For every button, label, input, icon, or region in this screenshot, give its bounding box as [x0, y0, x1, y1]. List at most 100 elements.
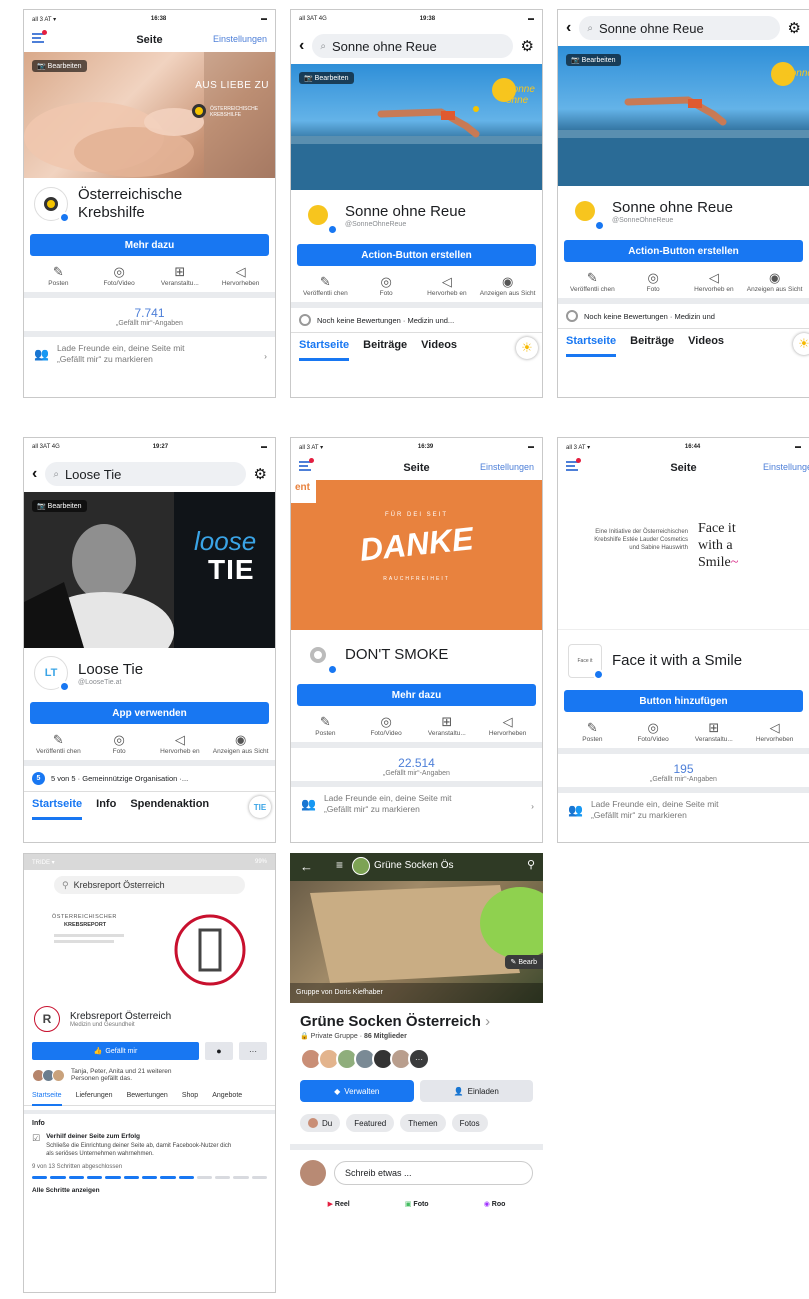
event-button[interactable]: ⊞ Veranstaltu... [686, 720, 742, 744]
event-button[interactable]: ⊞ Veranstaltu... [419, 714, 475, 738]
tab-offers[interactable]: Angebote [212, 1092, 242, 1099]
settings-link[interactable]: Einstellungen [480, 462, 534, 472]
photo-button[interactable]: ◎ Foto [91, 732, 147, 756]
more-info-button[interactable]: Mehr dazu [297, 684, 536, 706]
publish-button[interactable]: ✎ Veröffentli chen [297, 274, 353, 298]
sun-avatar-icon[interactable]: ☀ [793, 333, 809, 355]
group-title[interactable]: Grüne Socken Österreich › [300, 1013, 533, 1030]
profile-picture[interactable] [301, 638, 338, 675]
search-input[interactable]: ⌕ Loose Tie [45, 462, 246, 486]
tab-delivery[interactable]: Lieferungen [76, 1092, 113, 1099]
profile-picture[interactable] [301, 198, 338, 235]
chip-photos[interactable]: Fotos [451, 1114, 488, 1132]
chip-you[interactable]: Du [300, 1114, 341, 1132]
tab-shop[interactable]: Shop [182, 1092, 198, 1099]
profile-picture[interactable] [568, 194, 605, 231]
tab-home[interactable]: Startseite [566, 335, 617, 357]
profile-picture[interactable]: Face it [568, 644, 604, 680]
camera-badge-icon[interactable] [59, 212, 70, 223]
search-input[interactable]: ⚲ Krebsreport Österreich [54, 876, 245, 894]
tab-home[interactable]: Startseite [32, 1086, 62, 1106]
likes-stat[interactable]: 195 „Gefällt mir“-Angaben [558, 748, 809, 787]
camera-badge-icon[interactable] [593, 669, 604, 680]
likes-stat[interactable]: 7.741 „Gefällt mir“-Angaben [24, 292, 275, 331]
search-icon[interactable]: ⚲ [527, 858, 535, 871]
composer-input[interactable]: Schreib etwas ... [334, 1161, 533, 1185]
tab-videos[interactable]: Videos [421, 339, 457, 362]
view-as-button[interactable]: ◉ Anzeigen aus Sicht [213, 732, 269, 756]
settings-link[interactable]: Einstellungen [213, 34, 267, 44]
promote-button[interactable]: ◁ Hervorheb en [419, 274, 475, 298]
add-button-button[interactable]: Button hinzufügen [564, 690, 803, 712]
photo-video-button[interactable]: ◎ Foto/Video [358, 714, 414, 738]
tab-fundraiser[interactable]: Spendenaktion [130, 798, 209, 821]
post-button[interactable]: ✎ Posten [564, 720, 620, 744]
messenger-button[interactable]: ● [205, 1042, 233, 1060]
like-button[interactable]: 👍 Gefällt mir [32, 1042, 199, 1060]
tab-posts[interactable]: Beiträge [363, 339, 407, 362]
promote-button[interactable]: ◁ Hervorheben [213, 264, 269, 288]
rating-row[interactable]: 5 5 von 5 · Gemeinnützige Organisation ·… [24, 760, 275, 791]
view-as-button[interactable]: ◉ Anzeigen aus Sicht [480, 274, 536, 298]
promote-button[interactable]: ◁ Hervorheb en [152, 732, 208, 756]
camera-badge-icon[interactable] [594, 220, 605, 231]
likes-stat[interactable]: 22.514 „Gefällt mir“-Angaben [291, 742, 542, 781]
edit-cover-button[interactable]: ✎ Bearb [504, 955, 543, 969]
photo-button[interactable]: ▣ Foto [405, 1200, 429, 1208]
room-button[interactable]: ◉ Roo [484, 1200, 506, 1208]
photo-button[interactable]: ◎ Foto [358, 274, 414, 298]
invite-friends-row[interactable]: 👥 Lade Freunde ein, deine Seite mit „Gefä… [291, 781, 542, 821]
back-icon[interactable]: ‹ [566, 19, 571, 37]
settings-link[interactable]: Einstellungen [763, 462, 809, 472]
search-input[interactable]: ⌕ Sonne ohne Reue [579, 16, 780, 40]
back-icon[interactable]: ‹ [299, 37, 304, 55]
menu-icon[interactable] [299, 458, 314, 471]
sun-avatar-icon[interactable]: ☀ [516, 337, 538, 359]
gear-icon[interactable]: ⚙ [254, 465, 267, 483]
camera-badge-icon[interactable] [59, 681, 70, 692]
invite-friends-row[interactable]: 👥 Lade Freunde ein, deine Seite mit „Gefä… [558, 787, 809, 827]
tab-info[interactable]: Info [96, 798, 116, 821]
promote-button[interactable]: ◁ Hervorheb en [686, 270, 742, 294]
event-button[interactable]: ⊞ Veranstaltu... [152, 264, 208, 288]
tab-reviews[interactable]: Bewertungen [127, 1092, 168, 1099]
promote-button[interactable]: ◁ Hervorheben [747, 720, 803, 744]
photo-button[interactable]: ◎ Foto [625, 270, 681, 294]
photo-video-button[interactable]: ◎ Foto/Video [91, 264, 147, 288]
gear-icon[interactable]: ⚙ [788, 19, 801, 37]
menu-icon[interactable] [32, 30, 47, 43]
more-info-button[interactable]: Mehr dazu [30, 234, 269, 256]
menu-icon[interactable] [566, 458, 581, 471]
back-arrow-icon[interactable]: ← [300, 859, 313, 874]
tab-posts[interactable]: Beiträge [630, 335, 674, 358]
post-button[interactable]: ✎ Posten [297, 714, 353, 738]
menu-icon[interactable]: ≡ [336, 858, 343, 872]
search-input[interactable]: ⌕ Sonne ohne Reue [312, 34, 513, 58]
tab-videos[interactable]: Videos [688, 335, 724, 358]
use-app-button[interactable]: App verwenden [30, 702, 269, 724]
publish-button[interactable]: ✎ Veröffentli chen [30, 732, 86, 756]
profile-picture[interactable] [34, 187, 70, 223]
invite-friends-row[interactable]: 👥 Lade Freunde ein, deine Seite mit „Gefä… [24, 331, 275, 371]
manage-button[interactable]: ◆ Verwalten [300, 1080, 414, 1102]
reel-button[interactable]: ▶ Reel [328, 1200, 350, 1208]
edit-cover-button[interactable]: 📷 Bearbeiten [299, 72, 354, 84]
chip-featured[interactable]: Featured [346, 1114, 395, 1132]
invite-button[interactable]: 👤 Einladen [419, 1080, 533, 1102]
back-icon[interactable]: ‹ [32, 465, 37, 483]
tab-home[interactable]: Startseite [299, 339, 350, 361]
all-steps-link[interactable]: Alle Schritte anzeigen [32, 1187, 267, 1194]
profile-picture[interactable]: R [34, 1006, 60, 1032]
create-action-button[interactable]: Action-Button erstellen [297, 244, 536, 266]
more-button[interactable]: ··· [239, 1042, 267, 1060]
edit-cover-button[interactable]: 📷 Bearbeiten [32, 500, 87, 512]
create-action-button[interactable]: Action-Button erstellen [564, 240, 803, 262]
edit-cover-button[interactable]: 📷 Bearbeiten [566, 54, 621, 66]
view-as-button[interactable]: ◉ Anzeigen aus Sicht [747, 270, 803, 294]
publish-button[interactable]: ✎ Veröffentli chen [564, 270, 620, 294]
chip-topics[interactable]: Themen [400, 1114, 446, 1132]
loose-tie-avatar-icon[interactable]: TIE [249, 796, 271, 818]
promote-button[interactable]: ◁ Hervorheben [480, 714, 536, 738]
tab-home[interactable]: Startseite [32, 798, 83, 820]
member-avatars[interactable]: ··· [290, 1044, 543, 1074]
